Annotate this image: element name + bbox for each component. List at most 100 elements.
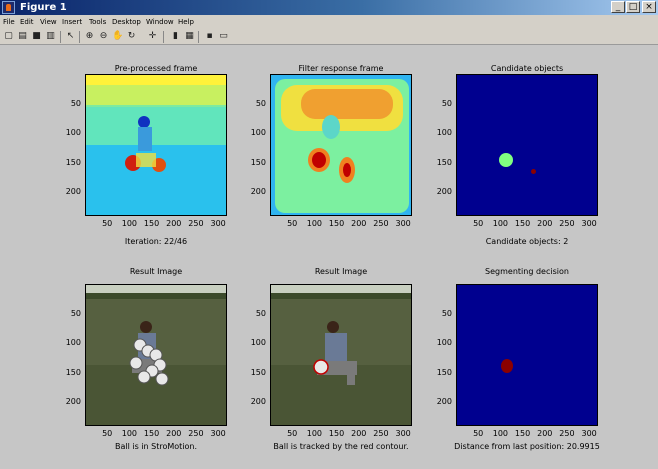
y-tick-label: 200	[250, 187, 266, 197]
x-tick-label: 250	[559, 429, 575, 438]
y-tick-label: 50	[255, 308, 266, 318]
window-titlebar: Figure 1 _ □ ×	[0, 0, 658, 15]
y-tick-label: 150	[250, 157, 266, 167]
y-tick-label: 100	[65, 128, 81, 138]
panel-title: Segmenting decision	[485, 267, 569, 276]
preprocessed-frame-pixels	[86, 75, 226, 215]
segmenting-decision-image	[456, 284, 598, 426]
x-tick-label: 200	[166, 429, 182, 438]
y-tick-label: 200	[436, 397, 452, 407]
x-tick-label: 250	[373, 429, 389, 438]
preprocessed-frame-image	[85, 74, 227, 216]
x-tick-label: 100	[121, 219, 138, 228]
result-image-stromotion	[85, 284, 227, 426]
x-tick-label: 200	[537, 429, 553, 438]
new-figure-icon[interactable]: ▢	[3, 31, 14, 42]
y-tick-label: 100	[436, 128, 452, 138]
panel-title: Filter response frame	[298, 64, 384, 73]
panel-caption: Distance from last position: 20.9915	[454, 442, 600, 451]
zoom-out-icon[interactable]: ⊖	[98, 31, 109, 42]
rotate-icon[interactable]: ↻	[126, 31, 137, 42]
y-tick-label: 200	[250, 397, 266, 407]
y-tick-label: 50	[70, 308, 81, 318]
x-tick-label: 100	[121, 429, 138, 438]
legend-icon[interactable]: ▦	[184, 31, 195, 42]
y-tick-label: 150	[65, 157, 81, 167]
matlab-icon	[2, 1, 15, 14]
menu-bar: File Edit View Insert Tools Desktop Wind…	[0, 15, 658, 29]
show-plot-tools-icon[interactable]: ▭	[218, 31, 229, 42]
panel-title: Result Image	[314, 267, 368, 276]
result-image-tracked	[270, 284, 412, 426]
data-cursor-icon[interactable]: ✛	[147, 31, 158, 42]
x-tick-label: 100	[492, 219, 509, 228]
y-tick-label: 200	[65, 397, 81, 407]
menu-desktop[interactable]: Desktop	[112, 15, 141, 29]
toolbar-separator	[60, 31, 61, 43]
x-tick-label: 150	[514, 219, 531, 228]
toolbar-separator	[79, 31, 80, 43]
close-button[interactable]: ×	[642, 1, 656, 13]
panel-caption: Ball is in StroMotion.	[114, 442, 198, 451]
x-tick-label: 250	[559, 219, 575, 228]
y-tick-label: 100	[436, 338, 452, 348]
x-tick-label: 300	[395, 219, 411, 228]
menu-tools[interactable]: Tools	[89, 15, 106, 29]
menu-file[interactable]: File	[3, 15, 15, 29]
x-tick-label: 250	[188, 219, 204, 228]
menu-view[interactable]: View	[40, 15, 57, 29]
x-tick-label: 50	[102, 219, 113, 228]
x-tick-label: 150	[328, 429, 345, 438]
x-tick-label: 100	[492, 429, 509, 438]
zoom-in-icon[interactable]: ⊕	[84, 31, 95, 42]
hide-plot-tools-icon[interactable]: ▪	[204, 31, 215, 42]
minimize-button[interactable]: _	[611, 1, 625, 13]
candidate-objects-image	[456, 74, 598, 216]
x-tick-label: 200	[351, 219, 367, 228]
pan-icon[interactable]: ✋	[112, 31, 123, 42]
y-tick-label: 150	[436, 157, 452, 167]
colorbar-icon[interactable]: ▮	[170, 31, 181, 42]
x-tick-label: 300	[395, 429, 411, 438]
save-icon[interactable]: ■	[31, 31, 42, 42]
x-tick-label: 300	[581, 429, 597, 438]
y-tick-label: 100	[250, 128, 266, 138]
print-icon[interactable]: ▥	[45, 31, 56, 42]
y-tick-label: 150	[65, 367, 81, 377]
y-tick-label: 50	[441, 98, 452, 108]
decision-blob-red	[501, 359, 513, 373]
menu-insert[interactable]: Insert	[62, 15, 82, 29]
tracked-photo	[271, 285, 411, 425]
filter-response-image	[270, 74, 412, 216]
menu-help[interactable]: Help	[178, 15, 194, 29]
filter-response-pixels	[275, 79, 409, 213]
x-tick-label: 250	[373, 219, 389, 228]
x-tick-label: 250	[188, 429, 204, 438]
open-file-icon[interactable]: ▤	[17, 31, 28, 42]
menu-edit[interactable]: Edit	[20, 15, 34, 29]
y-tick-label: 50	[70, 98, 81, 108]
x-tick-label: 200	[351, 429, 367, 438]
toolbar-separator	[163, 31, 164, 43]
x-tick-label: 200	[166, 219, 182, 228]
panel-title: Candidate objects	[490, 64, 564, 73]
stromotion-photo	[86, 285, 226, 425]
menu-window[interactable]: Window	[146, 15, 174, 29]
x-tick-label: 150	[514, 429, 531, 438]
candidate-blob-green	[499, 153, 513, 167]
x-tick-label: 50	[473, 219, 484, 228]
y-tick-label: 200	[436, 187, 452, 197]
figure-toolbar: ▢ ▤ ■ ▥ ↖ ⊕ ⊖ ✋ ↻ ✛ ▮ ▦ ▪ ▭	[0, 29, 658, 45]
window-title: Figure 1	[20, 2, 67, 13]
panel-caption: Iteration: 22/46	[124, 237, 188, 246]
y-tick-label: 200	[65, 187, 81, 197]
x-tick-label: 150	[143, 219, 160, 228]
x-tick-label: 300	[210, 429, 226, 438]
maximize-button[interactable]: □	[626, 1, 640, 13]
panel-title: Pre-processed frame	[114, 64, 198, 73]
select-arrow-icon[interactable]: ↖	[65, 31, 76, 42]
toolbar-separator	[198, 31, 199, 43]
x-tick-label: 100	[306, 219, 323, 228]
y-tick-label: 50	[255, 98, 266, 108]
candidate-blob-red	[531, 169, 536, 174]
